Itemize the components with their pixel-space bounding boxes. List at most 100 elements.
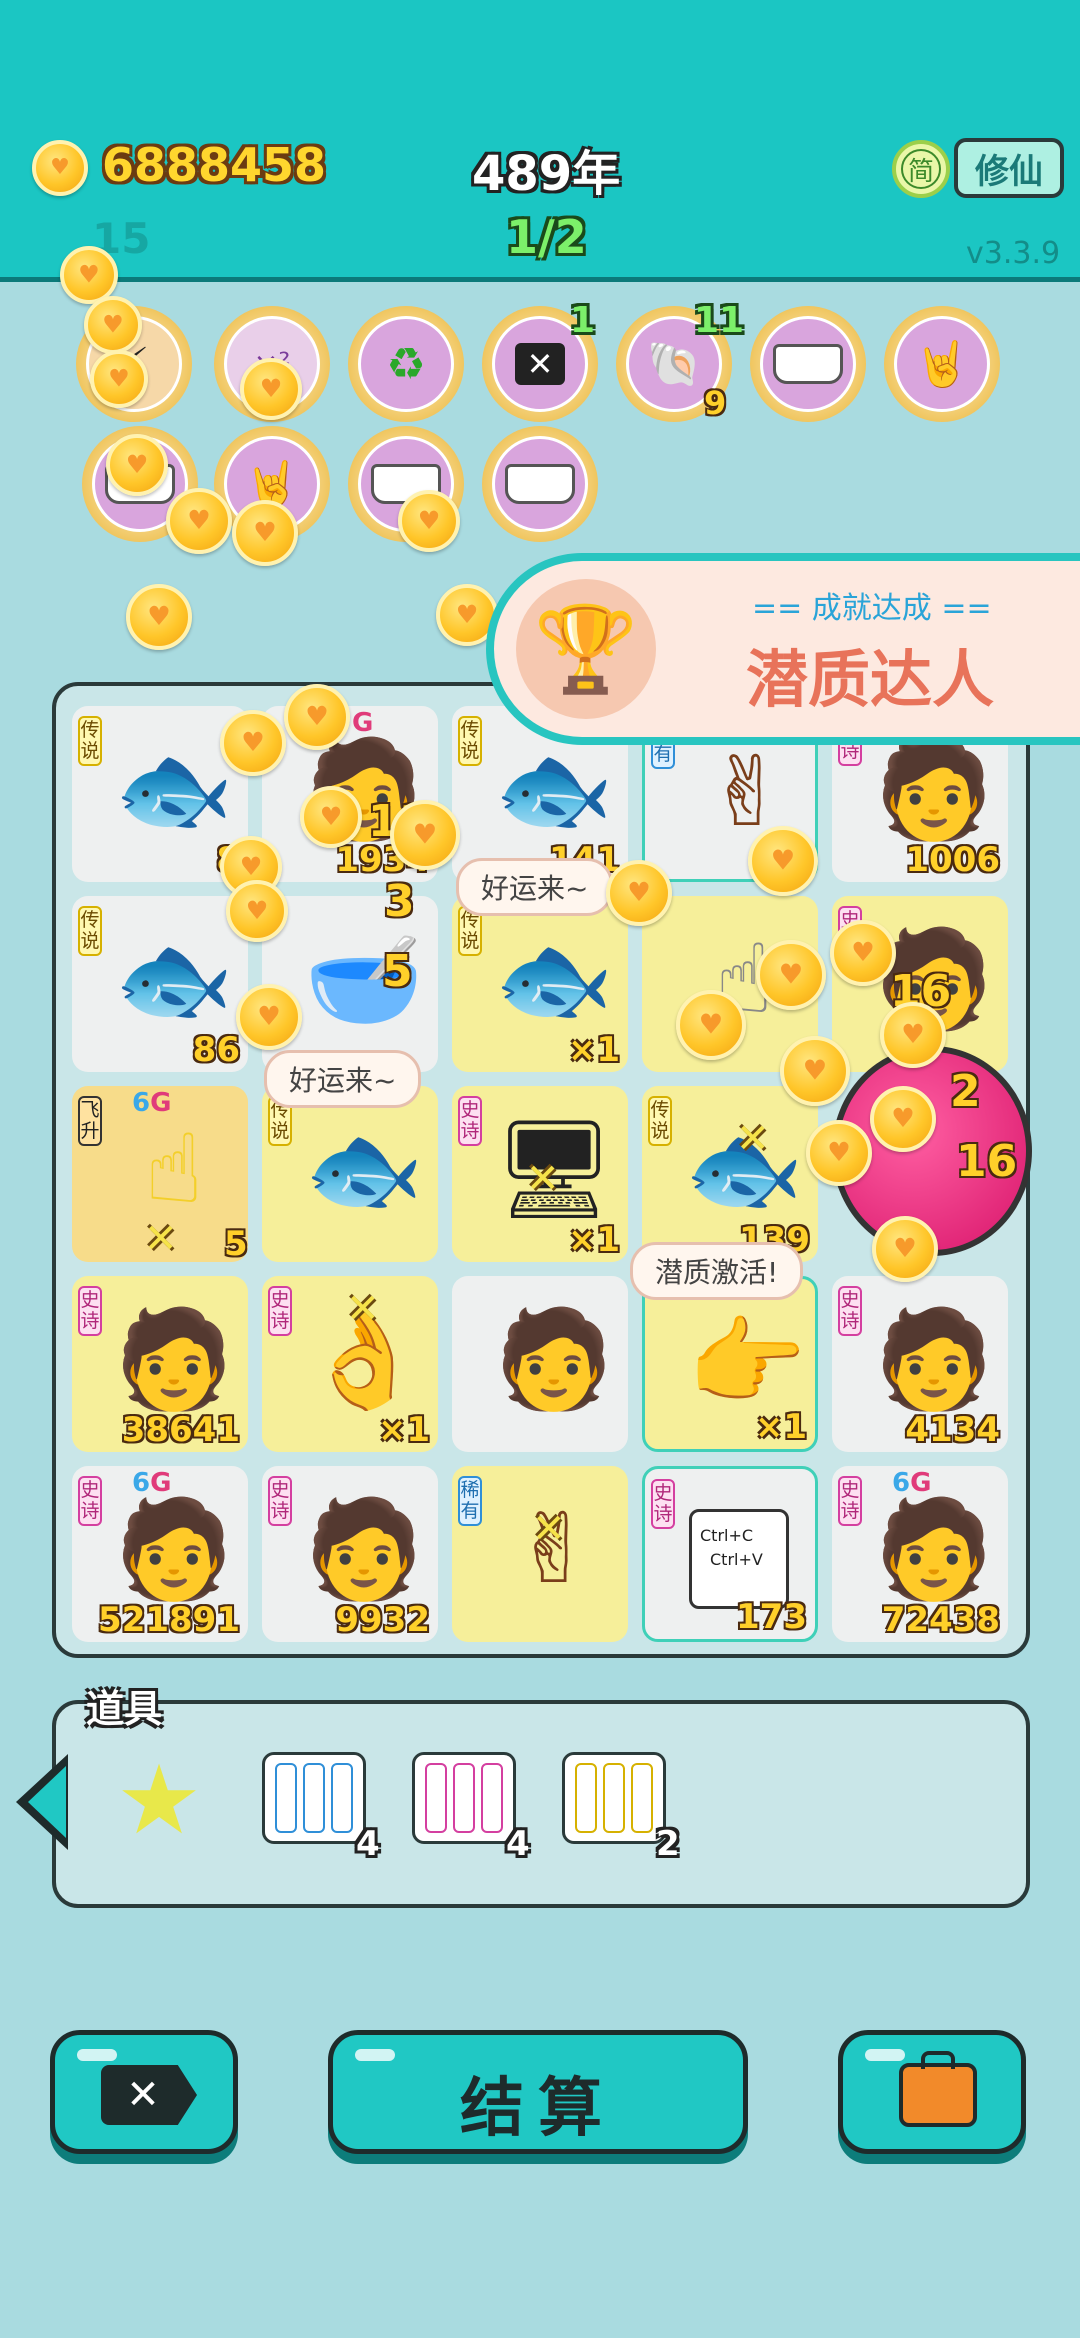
coin-icon: [300, 786, 362, 848]
tile-face[interactable]: 史诗 6G 🧑 72438: [832, 1466, 1008, 1642]
sparkle-x-icon: ✕: [532, 1506, 566, 1552]
rarity-tag: 史诗: [458, 1096, 482, 1146]
coin-icon: [126, 584, 192, 650]
delete-key-icon: ✕: [101, 2065, 197, 2125]
tile-count: 72438: [881, 1600, 1000, 1640]
rarity-tag: 史诗: [651, 1479, 675, 1529]
coin-icon: [284, 684, 350, 750]
skill-delete-badge: 1: [570, 300, 596, 341]
coin-icon: [872, 1216, 938, 1282]
settle-label: 结算: [460, 2072, 616, 2146]
speech-bubble: 好运来~: [456, 858, 614, 916]
progress-label: 1/2: [506, 210, 587, 264]
prop-legend-cards[interactable]: [562, 1752, 666, 1844]
tile-hand[interactable]: 稀有 ✌: [452, 1466, 628, 1642]
ctrl-c-label: Ctrl+C: [700, 1526, 754, 1545]
sparkle-x-icon: ✕: [736, 1116, 770, 1162]
coin-icon: [90, 350, 148, 408]
coin-icon: [880, 1002, 946, 1068]
briefcase-button[interactable]: [838, 2030, 1026, 2154]
rarity-tag: 史诗: [78, 1476, 102, 1526]
skill-skirt-4[interactable]: [482, 426, 598, 542]
skill-rock-hand[interactable]: 🤘: [884, 306, 1000, 422]
mode-button[interactable]: 修仙: [954, 138, 1064, 198]
recycle-icon: ♻: [358, 316, 454, 412]
coin-icon: [606, 860, 672, 926]
face-icon: 🧑: [874, 1492, 994, 1605]
briefcase-icon: [899, 2063, 977, 2127]
tile-count: 86: [192, 1030, 240, 1070]
skill-skirt-1[interactable]: [750, 306, 866, 422]
tile-face[interactable]: 🧑: [452, 1276, 628, 1452]
briefcase-handle: [921, 2051, 955, 2069]
coin-icon: [806, 1120, 872, 1186]
face-icon: 🧑: [494, 1302, 614, 1415]
tile-fish[interactable]: 传说 🐟 86: [72, 896, 248, 1072]
rarity-tag: 传说: [78, 716, 102, 766]
prop-count: 2: [656, 1824, 680, 1864]
prop-epic-cards[interactable]: [412, 1752, 516, 1844]
tile-count: 38641: [121, 1410, 240, 1450]
tile-fish[interactable]: 传说 🐟 ×1: [452, 896, 628, 1072]
sparkle-x-icon: ✕: [526, 1156, 560, 1202]
copy-paste-card: Ctrl+C Ctrl+V: [689, 1509, 789, 1609]
tile-face[interactable]: 史诗 🧑 4134: [832, 1276, 1008, 1452]
game-board: 传说 🐟 8 G 🧑 1934 传说 🐟 141 稀有 ✌ 史诗 🧑 1006 …: [52, 682, 1032, 1658]
rarity-tag: 传说: [78, 906, 102, 956]
coin-icon: [32, 140, 88, 196]
coin-icon: [390, 800, 460, 870]
tile-count: 1006: [905, 840, 1000, 880]
button-shine: [77, 2049, 117, 2061]
rock-hand-icon: 🤘: [894, 316, 990, 412]
skill-recycle[interactable]: ♻: [348, 306, 464, 422]
props-prev-arrow-inner: [28, 1766, 66, 1838]
rarity-tag: 史诗: [268, 1476, 292, 1526]
language-label: 简: [901, 149, 941, 189]
floating-number: 5: [382, 946, 413, 997]
tile-copy-paste[interactable]: 史诗 Ctrl+C Ctrl+V 173: [642, 1466, 818, 1642]
tile-count: 4134: [905, 1410, 1000, 1450]
tile-fish[interactable]: 传说 🐟: [262, 1086, 438, 1262]
achievement-heading: == 成就达成 ==: [752, 591, 992, 626]
tile-count: 9932: [335, 1600, 430, 1640]
coin-icon: [220, 710, 286, 776]
coin-icon: [398, 490, 460, 552]
tile-face[interactable]: 史诗 🧑 9932: [262, 1466, 438, 1642]
tile-fish[interactable]: 传说 🐟 139: [642, 1086, 818, 1262]
skirt-icon: [492, 436, 588, 532]
mode-label: 修仙: [975, 151, 1043, 192]
koi-icon: 🐟: [494, 922, 614, 1035]
pointing-hand-icon: ☝: [144, 1113, 204, 1225]
koi-icon: 🐟: [304, 1112, 424, 1225]
tile-face[interactable]: 史诗 6G 🧑 521891: [72, 1466, 248, 1642]
coin-icon: [166, 488, 232, 554]
rarity-tag: 史诗: [838, 1476, 862, 1526]
delete-button[interactable]: ✕: [50, 2030, 238, 2154]
achievement-popup: 🏆 == 成就达成 == 潜质达人: [486, 553, 1080, 745]
coin-icon: [240, 358, 302, 420]
coin-icon: [780, 1036, 850, 1106]
year-label: 489年: [472, 146, 621, 202]
tile-count: ×1: [567, 1030, 620, 1070]
rarity-tag: 飞升: [78, 1096, 102, 1146]
tile-hand[interactable]: 👉 ×1: [642, 1276, 818, 1452]
speech-bubble: 潜质激活!: [630, 1242, 804, 1300]
rarity-tag: 传说: [458, 716, 482, 766]
coin-icon: [748, 826, 818, 896]
settle-button[interactable]: 结算: [328, 2030, 748, 2154]
rarity-tag: 史诗: [838, 1286, 862, 1336]
prop-rare-cards[interactable]: [262, 1752, 366, 1844]
tile-count: ×1: [567, 1220, 620, 1260]
tile-face[interactable]: 史诗 🧑 38641: [72, 1276, 248, 1452]
skill-shell-badge: 11: [694, 300, 745, 341]
tile-count: ×1: [754, 1407, 807, 1447]
button-shine: [865, 2049, 905, 2061]
prop-star[interactable]: ★: [116, 1752, 202, 1848]
top-bar: 6888458 489年 15 1/2 简 修仙 v3.3.9: [0, 0, 1080, 282]
achievement-title: 潜质达人: [746, 643, 995, 716]
props-panel: ★ 4 4 2: [16, 1700, 1030, 1908]
ctrl-v-label: Ctrl+V: [710, 1550, 763, 1569]
language-toggle[interactable]: 简: [892, 140, 950, 198]
prop-count: 4: [356, 1824, 380, 1864]
skill-shell-sub: 9: [704, 384, 727, 422]
